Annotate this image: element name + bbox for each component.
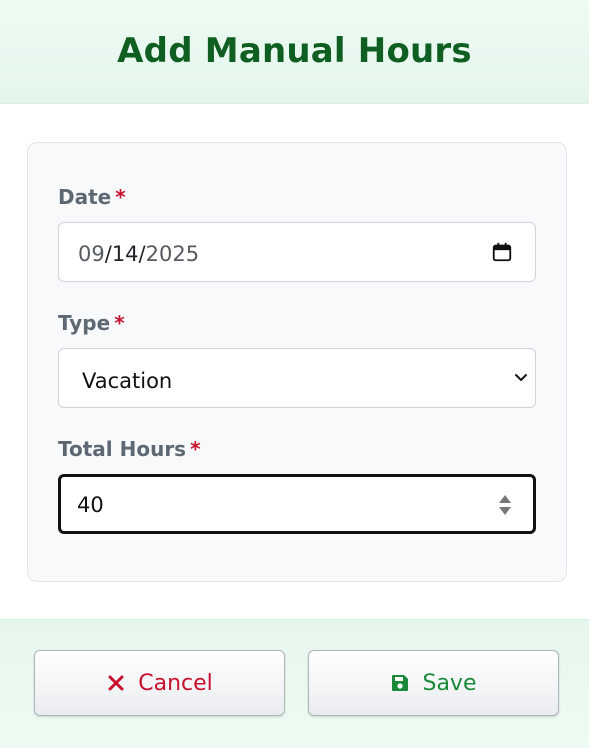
floppy-disk-icon: [392, 675, 409, 691]
date-month[interactable]: 09: [78, 242, 105, 266]
save-button[interactable]: Save: [308, 650, 559, 716]
date-year[interactable]: 2025: [146, 242, 199, 266]
required-mark: *: [115, 185, 126, 209]
chevron-down-icon: [515, 374, 527, 381]
cancel-button[interactable]: Cancel: [34, 650, 285, 716]
date-value: 09/14/2025: [78, 242, 199, 266]
type-label: Type *: [58, 311, 125, 335]
date-separator: /: [104, 242, 112, 266]
cancel-button-label: Cancel: [138, 670, 213, 696]
type-select[interactable]: Vacation: [58, 348, 536, 408]
required-mark: *: [190, 437, 201, 461]
date-label-text: Date: [58, 185, 112, 209]
calendar-icon[interactable]: [491, 241, 513, 263]
date-input[interactable]: 09/14/2025: [58, 222, 536, 282]
total-hours-value: 40: [77, 493, 104, 517]
dialog-title: Add Manual Hours: [117, 31, 472, 71]
date-separator: /: [138, 242, 146, 266]
total-hours-label: Total Hours *: [58, 437, 201, 461]
type-selected-value: Vacation: [82, 369, 173, 393]
required-mark: *: [114, 311, 125, 335]
save-button-label: Save: [422, 670, 477, 696]
close-icon: [108, 675, 124, 691]
total-hours-input[interactable]: 40: [58, 474, 536, 534]
date-label: Date *: [58, 185, 126, 209]
total-hours-label-text: Total Hours: [58, 437, 187, 461]
dialog-header: Add Manual Hours: [0, 0, 589, 104]
date-day[interactable]: 14: [112, 242, 139, 266]
type-label-text: Type: [58, 311, 111, 335]
spinner-icon[interactable]: [497, 492, 513, 518]
